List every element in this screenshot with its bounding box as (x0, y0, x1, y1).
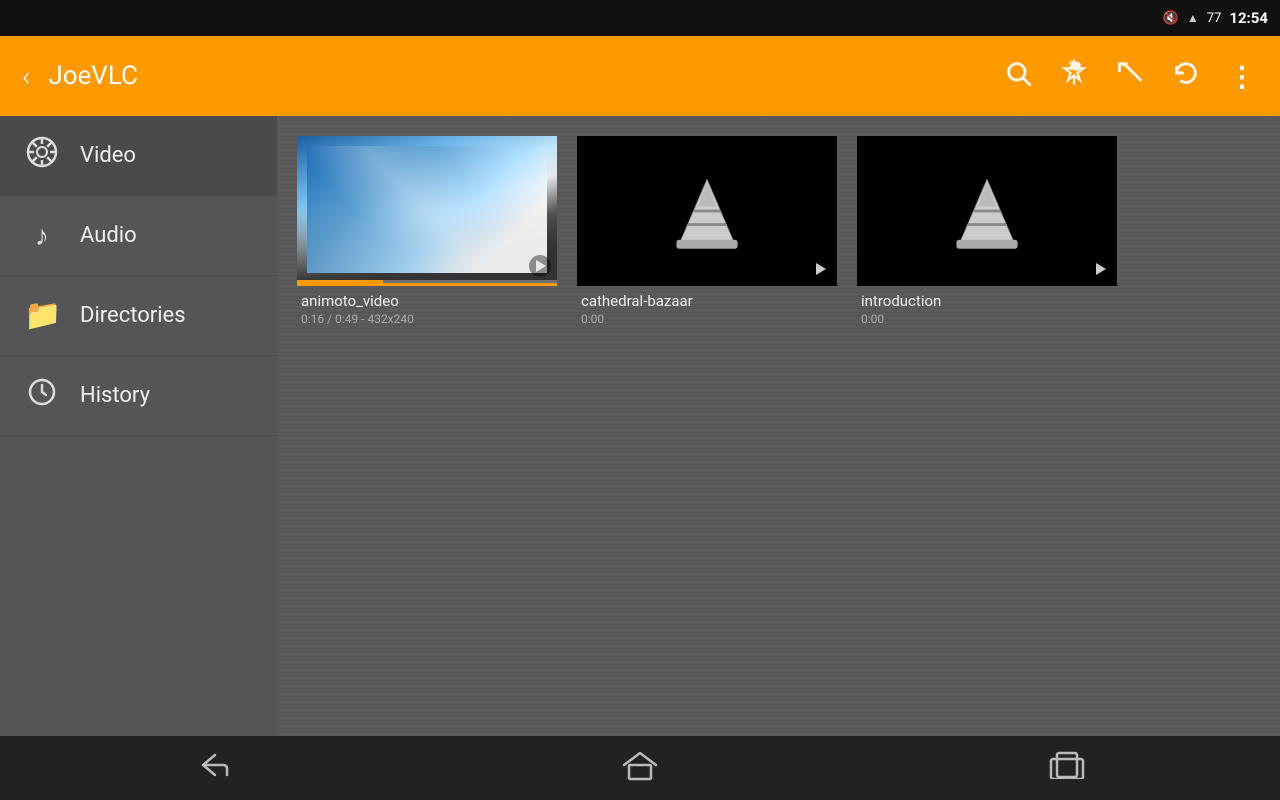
folder-icon: 📁 (24, 298, 60, 333)
sidebar-item-history[interactable]: History (0, 356, 277, 436)
progress-bar (297, 280, 383, 283)
vlc-cone-icon (662, 166, 752, 256)
video-info-introduction: introduction 0:00 (857, 286, 1117, 330)
pin-button[interactable] (1052, 51, 1096, 101)
play-overlay-2 (809, 258, 831, 280)
video-title-cathedral: cathedral-bazaar (581, 292, 833, 310)
sidebar-item-video[interactable]: Video (0, 116, 277, 196)
status-bar: 77 12:54 (0, 0, 1280, 36)
video-title-animoto: animoto_video (301, 292, 553, 310)
video-grid: animoto_video 0:16 / 0:49 - 432x240 (277, 116, 1280, 736)
undo-button[interactable] (1108, 51, 1152, 101)
main-content: Video ♪ Audio 📁 Directories History (0, 116, 1280, 736)
video-meta-cathedral: 0:00 (581, 312, 833, 326)
sidebar-video-label: Video (80, 143, 136, 168)
mute-icon (1163, 10, 1179, 26)
refresh-button[interactable] (1164, 51, 1208, 101)
video-thumb-introduction[interactable] (857, 136, 1117, 286)
video-icon (24, 136, 60, 175)
wifi-icon (1187, 10, 1199, 26)
sidebar: Video ♪ Audio 📁 Directories History (0, 116, 277, 736)
video-info-cathedral: cathedral-bazaar 0:00 (577, 286, 837, 330)
nav-home-button[interactable] (592, 741, 688, 796)
play-overlay-3 (1089, 258, 1111, 280)
video-thumb-animoto[interactable] (297, 136, 557, 286)
app-bar: ‹ JoeVLC ⋮ (0, 36, 1280, 116)
clock: 12:54 (1229, 9, 1268, 27)
sidebar-audio-label: Audio (80, 223, 137, 248)
sidebar-item-audio[interactable]: ♪ Audio (0, 196, 277, 276)
battery-percentage: 77 (1207, 11, 1222, 26)
more-button[interactable]: ⋮ (1220, 52, 1264, 101)
history-icon (24, 377, 60, 414)
video-meta-animoto: 0:16 / 0:49 - 432x240 (301, 312, 553, 326)
video-meta-introduction: 0:00 (861, 312, 1113, 326)
sidebar-item-directories[interactable]: 📁 Directories (0, 276, 277, 356)
cone-thumbnail-cathedral (577, 136, 837, 286)
app-title: JoeVLC (48, 61, 984, 91)
video-info-animoto: animoto_video 0:16 / 0:49 - 432x240 (297, 286, 557, 330)
video-card-introduction[interactable]: introduction 0:00 (857, 136, 1117, 330)
vlc-cone-icon-2 (942, 166, 1032, 256)
video-card-cathedral[interactable]: cathedral-bazaar 0:00 (577, 136, 837, 330)
play-overlay (529, 255, 551, 277)
search-button[interactable] (996, 51, 1040, 101)
bottom-nav-bar (0, 736, 1280, 800)
progress-track (383, 280, 557, 283)
audio-icon: ♪ (24, 219, 60, 252)
video-title-introduction: introduction (861, 292, 1113, 310)
nav-recent-button[interactable] (1019, 743, 1115, 794)
sidebar-history-label: History (80, 383, 150, 408)
back-button[interactable]: ‹ (16, 54, 36, 99)
sidebar-directories-label: Directories (80, 303, 186, 328)
video-thumb-cathedral[interactable] (577, 136, 837, 286)
video-card-animoto[interactable]: animoto_video 0:16 / 0:49 - 432x240 (297, 136, 557, 330)
cone-thumbnail-introduction (857, 136, 1117, 286)
nav-back-button[interactable] (165, 743, 261, 794)
snowboard-thumbnail (297, 136, 557, 283)
